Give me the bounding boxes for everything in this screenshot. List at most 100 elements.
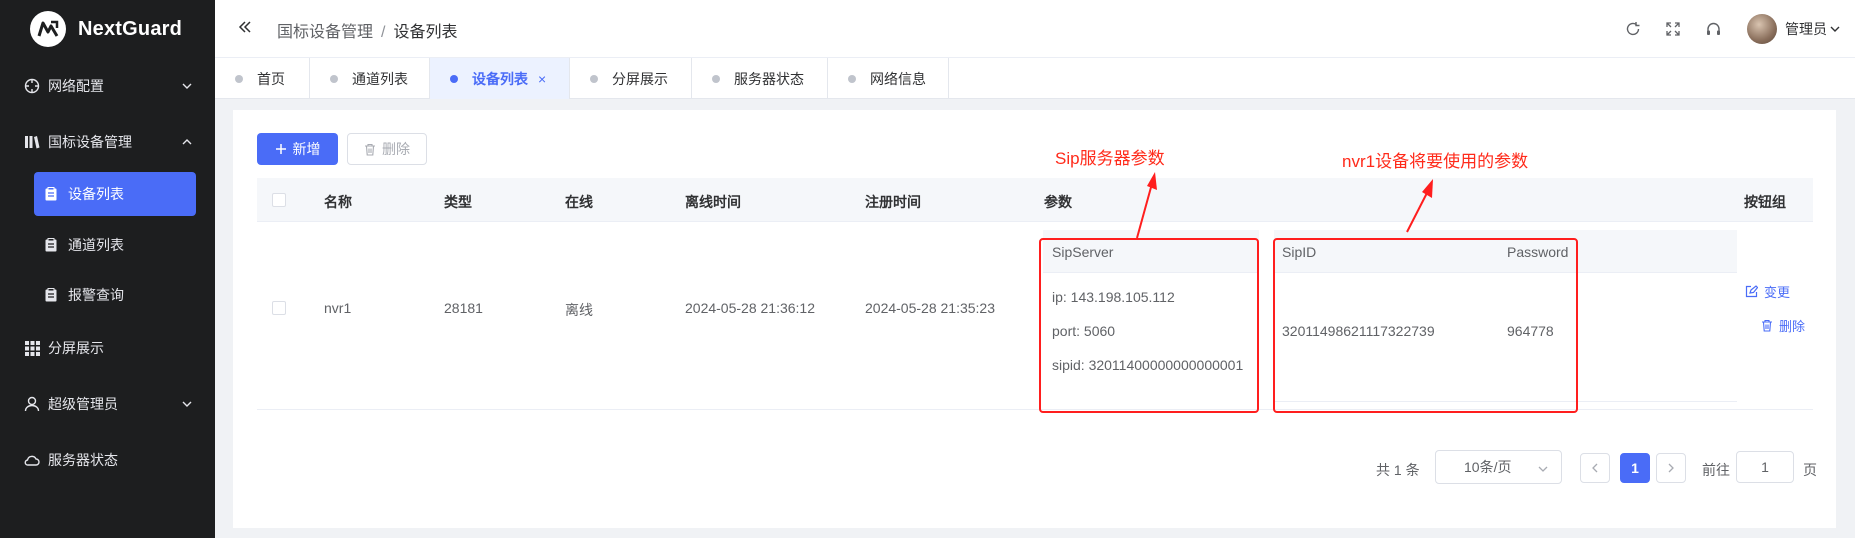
cloud-icon (24, 452, 40, 468)
chevron-up-icon (181, 135, 193, 151)
tab-dot (712, 74, 720, 83)
collapse-sidebar-icon[interactable] (237, 19, 253, 38)
logo-icon (30, 11, 66, 47)
device-register-time: 2024-05-28 21:35:23 (865, 300, 995, 316)
breadcrumb-item[interactable]: 国标设备管理 (277, 24, 373, 41)
tab-dot (235, 74, 243, 83)
prev-page-button[interactable] (1580, 453, 1610, 483)
logo: NextGuard (0, 0, 215, 58)
breadcrumb: 国标设备管理 / 设备列表 (277, 18, 457, 42)
sidebar-item-label: 通道列表 (68, 237, 124, 253)
trash-icon (1761, 319, 1773, 332)
row-delete-button-label: 删除 (1779, 319, 1806, 334)
tab-server-status[interactable]: 服务器状态 (692, 58, 828, 99)
page-number-button[interactable]: 1 (1620, 453, 1650, 483)
tab-dot (450, 74, 458, 83)
avatar[interactable] (1747, 14, 1777, 44)
delete-button[interactable]: 删除 (347, 133, 427, 165)
edit-button[interactable]: 变更 (1745, 282, 1790, 301)
annotation-arrow-sip-server (1136, 172, 1157, 239)
sidebar-item-label: 分屏展示 (48, 340, 104, 356)
plus-icon (275, 143, 287, 155)
sidebar-item-super-admin[interactable]: 超级管理员 (0, 382, 215, 426)
row-checkbox[interactable] (272, 301, 286, 315)
edit-button-label: 变更 (1764, 285, 1791, 300)
fullscreen-icon[interactable] (1653, 0, 1693, 58)
chevron-right-icon (1666, 463, 1676, 473)
chevron-left-icon (1590, 463, 1600, 473)
row-delete-button[interactable]: 删除 (1761, 316, 1805, 335)
column-header-type: 类型 (444, 194, 472, 210)
trash-icon (364, 143, 376, 156)
clipboard-icon (44, 288, 58, 302)
sidebar-item-label: 超级管理员 (48, 396, 118, 412)
tab-label: 首页 (257, 70, 285, 87)
refresh-icon[interactable] (1613, 0, 1653, 58)
tab-label: 设备列表 (472, 70, 528, 87)
header: 国标设备管理 / 设备列表 管理员 (215, 0, 1855, 58)
next-page-button[interactable] (1656, 453, 1686, 483)
annotation-box-sip-server (1039, 238, 1259, 413)
tab-label: 分屏展示 (612, 70, 668, 87)
chevron-down-icon (181, 79, 193, 95)
tab-network-info[interactable]: 网络信息 (828, 58, 949, 99)
tab-home[interactable]: 首页 (215, 58, 310, 99)
tab-channel-list[interactable]: 通道列表 (310, 58, 430, 99)
headset-icon[interactable] (1693, 0, 1733, 58)
sidebar-item-server-status[interactable]: 服务器状态 (0, 438, 215, 482)
breadcrumb-current: 设备列表 (393, 24, 458, 41)
breadcrumb-separator: / (381, 24, 386, 41)
select-all-checkbox[interactable] (272, 193, 286, 207)
tab-label: 通道列表 (352, 70, 408, 87)
tab-dot (330, 74, 338, 83)
chevron-down-icon (1537, 462, 1549, 478)
tab-dot (848, 74, 856, 83)
user-name: 管理员 (1785, 21, 1827, 37)
tab-split-screen[interactable]: 分屏展示 (570, 58, 692, 99)
pagination-total: 共 1 条 (1376, 462, 1420, 478)
goto-unit: 页 (1803, 462, 1817, 478)
library-icon (24, 134, 40, 150)
sidebar-item-split-screen[interactable]: 分屏展示 (0, 326, 215, 370)
sidebar-item-alarm-query[interactable]: 报警查询 (34, 273, 196, 317)
clipboard-icon (44, 187, 58, 201)
device-online-status: 离线 (565, 302, 593, 318)
add-button[interactable]: 新增 (257, 133, 338, 165)
sidebar-item-channel-list[interactable]: 通道列表 (34, 223, 196, 267)
app-name: NextGuard (78, 17, 183, 40)
table-row: nvr1 28181 离线 2024-05-28 21:36:12 2024-0… (257, 222, 1813, 410)
device-name: nvr1 (324, 300, 352, 316)
tab-device-list[interactable]: 设备列表 × (430, 58, 570, 99)
grid-icon (24, 340, 40, 356)
sidebar-item-label: 国标设备管理 (48, 134, 132, 150)
annotation-box-device (1273, 238, 1578, 413)
column-header-online: 在线 (565, 194, 593, 210)
close-icon[interactable]: × (538, 71, 546, 87)
device-type: 28181 (444, 300, 483, 316)
annotation-device: nvr1设备将要使用的参数 (1342, 152, 1529, 171)
goto-page-input[interactable] (1736, 451, 1794, 483)
edit-icon (1745, 285, 1758, 298)
sidebar-item-label: 报警查询 (68, 287, 124, 303)
chevron-down-icon (1829, 23, 1841, 35)
sidebar-item-label: 网络配置 (48, 78, 104, 94)
page-size-value: 10条/页 (1464, 459, 1512, 475)
column-header-offline-time: 离线时间 (685, 194, 741, 210)
chevron-down-icon (181, 397, 193, 413)
tab-bar: 首页 通道列表 设备列表 × 分屏展示 服务器状态 网络信息 (215, 58, 1855, 99)
column-header-actions: 按钮组 (1744, 194, 1786, 210)
sidebar-item-gb-device-mgmt[interactable]: 国标设备管理 (0, 120, 215, 164)
page-size-select[interactable]: 10条/页 (1435, 450, 1562, 484)
tab-dot (590, 74, 598, 83)
user-icon (24, 396, 40, 412)
main-card: 新增 删除 名称 类型 在线 离线时间 注册时间 参数 按钮组 nvr1 281… (233, 110, 1836, 528)
sidebar-item-label: 设备列表 (68, 186, 124, 202)
annotation-arrow-device (1406, 179, 1433, 233)
sidebar-item-network-config[interactable]: 网络配置 (0, 64, 215, 108)
header-actions: 管理员 (1613, 0, 1855, 58)
delete-button-label: 删除 (382, 141, 410, 157)
sidebar-item-label: 服务器状态 (48, 452, 118, 468)
crosshair-icon (24, 78, 40, 94)
user-menu[interactable]: 管理员 (1785, 19, 1841, 39)
sidebar-item-device-list[interactable]: 设备列表 (34, 172, 196, 216)
